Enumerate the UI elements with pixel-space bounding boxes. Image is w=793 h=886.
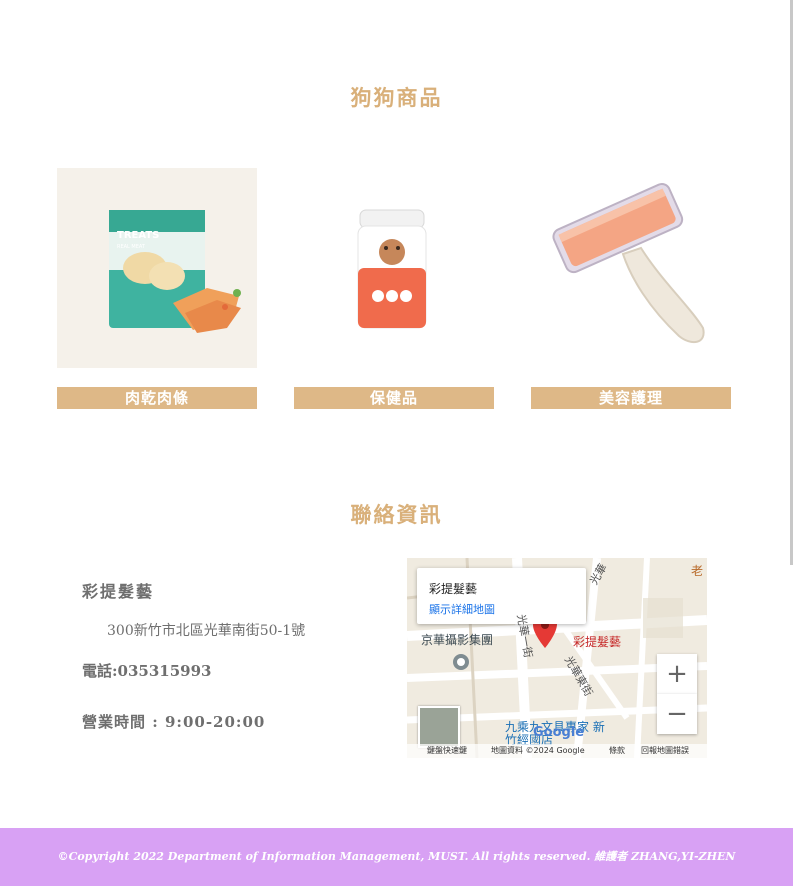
opening-hours: 營業時間 : 9:00-20:00 — [82, 713, 266, 731]
satellite-view-toggle[interactable] — [418, 706, 460, 748]
map-data-attribution: 地圖資料 ©2024 Google — [491, 746, 585, 755]
product-label-supplements[interactable]: 保健品 — [294, 387, 494, 409]
contact-section-title: 聯絡資訊 — [350, 502, 443, 527]
map-place-card: 彩提髮藝 顯示詳細地圖 — [417, 568, 586, 624]
embedded-map[interactable]: 彩提髮藝 顯示詳細地圖 彩提髮藝 京華攝影集團 九乘九文具專家 新竹經國店 光華… — [407, 558, 707, 758]
site-footer: ©Copyright 2022 Department of Informatio… — [0, 828, 793, 886]
footer-copyright: ©Copyright 2022 Department of Informatio… — [57, 850, 736, 863]
shop-phone: 電話:035315993 — [82, 662, 212, 680]
brush-image[interactable] — [531, 168, 731, 368]
product-card-grooming[interactable]: 美容護理 — [531, 168, 731, 409]
pack-subtitle: REAL MEAT — [117, 244, 146, 250]
supplement-image[interactable] — [294, 168, 494, 368]
product-card-treats[interactable]: TREATS REAL MEAT 肉乾肉條 — [57, 168, 257, 409]
google-logo: Google — [533, 725, 585, 740]
map-marker-label: 彩提髮藝 — [573, 635, 622, 649]
products-section-title: 狗狗商品 — [350, 85, 443, 110]
map-terms-link[interactable]: 條款 — [609, 744, 625, 758]
product-label-treats[interactable]: 肉乾肉條 — [57, 387, 257, 409]
map-corner-label: 老 — [691, 564, 704, 578]
zoom-out-button[interactable]: − — [657, 694, 697, 734]
zoom-in-button[interactable]: + — [657, 654, 697, 694]
map-footer: 鍵盤快速鍵 地圖資料 ©2024 Google 條款 回報地圖錯誤 — [407, 744, 707, 758]
treats-image[interactable]: TREATS REAL MEAT — [57, 168, 257, 368]
product-label-grooming[interactable]: 美容護理 — [531, 387, 731, 409]
product-card-supplements[interactable]: 保健品 — [294, 168, 494, 409]
contact-info: 彩提髮藝 300新竹市北區光華南街50-1號 電話:035315993 營業時間… — [82, 578, 305, 732]
pack-title: TREATS — [117, 230, 159, 241]
map-keyboard-shortcuts[interactable]: 鍵盤快速鍵 — [427, 744, 467, 758]
shop-name: 彩提髮藝 — [82, 582, 155, 601]
map-details-link[interactable]: 顯示詳細地圖 — [429, 601, 495, 617]
map-place-name: 彩提髮藝 — [429, 582, 478, 596]
shop-address: 300新竹市北區光華南街50-1號 — [107, 623, 306, 639]
map-label-studio: 京華攝影集團 — [421, 633, 494, 647]
map-report-error[interactable]: 回報地圖錯誤 — [641, 744, 689, 758]
